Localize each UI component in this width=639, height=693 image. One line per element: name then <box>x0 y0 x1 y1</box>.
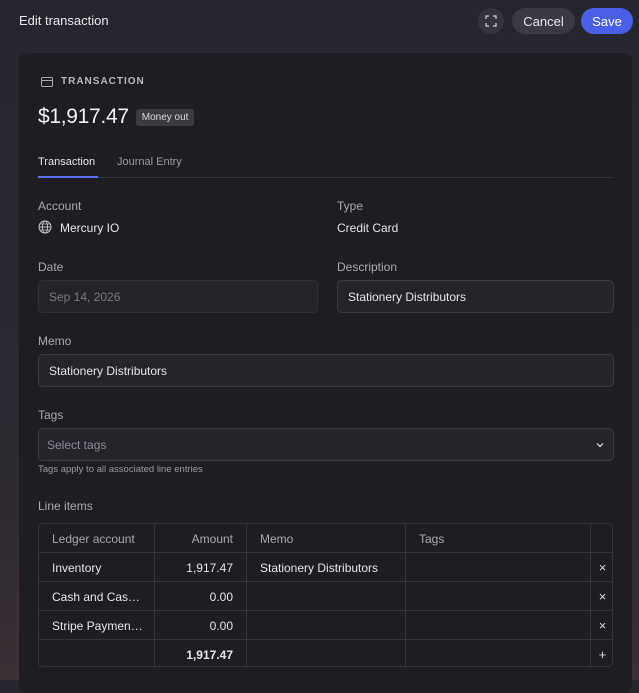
date-value: Sep 14, 2026 <box>49 289 121 304</box>
column-header-amount: Amount <box>191 531 233 546</box>
description-label: Description <box>337 260 398 274</box>
type-value: Credit Card <box>337 221 399 235</box>
line-items-table: Ledger account Amount Memo Tags Inventor… <box>38 523 613 667</box>
dialog-title: Edit transaction <box>19 13 109 28</box>
amount-cell[interactable]: 1,917.47 <box>154 553 233 582</box>
globe-icon <box>38 220 52 234</box>
active-tab-indicator <box>38 176 98 178</box>
expand-icon <box>485 15 497 27</box>
memo-value: Stationery Distributors <box>49 363 168 378</box>
direction-badge: Money out <box>135 108 195 126</box>
column-header-tags: Tags <box>419 531 445 546</box>
ledger-account-cell[interactable]: Inventory <box>52 553 101 582</box>
date-label: Date <box>38 260 64 274</box>
table-row: Cash and Cas… 0.00 × <box>39 582 612 611</box>
amount-cell[interactable]: 0.00 <box>154 582 233 611</box>
transaction-panel: TRANSACTION $1,917.47 Money out Transact… <box>19 53 632 693</box>
memo-cell[interactable]: Stationery Distributors <box>260 553 378 582</box>
section-header: TRANSACTION <box>41 76 145 87</box>
total-amount: 1,917.47 <box>186 647 233 662</box>
amount-row: $1,917.47 Money out <box>38 105 195 129</box>
amount-cell[interactable]: 0.00 <box>154 611 233 640</box>
remove-row-button[interactable]: × <box>591 582 612 611</box>
cancel-button[interactable]: Cancel <box>512 8 575 34</box>
chevron-down-icon <box>596 443 604 448</box>
column-header-ledger-account: Ledger account <box>52 531 135 546</box>
column-header-memo: Memo <box>260 531 294 546</box>
section-label: TRANSACTION <box>61 76 145 87</box>
account-value: Mercury IO <box>60 221 120 235</box>
memo-label: Memo <box>38 334 72 348</box>
tags-placeholder: Select tags <box>47 437 107 452</box>
table-header-row: Ledger account Amount Memo Tags <box>39 524 612 553</box>
tab-journal-entry[interactable]: Journal Entry <box>117 156 182 168</box>
memo-field[interactable]: Stationery Distributors <box>38 354 614 387</box>
table-row: Inventory 1,917.47 Stationery Distributo… <box>39 553 612 582</box>
description-value: Stationery Distributors <box>348 289 467 304</box>
ledger-account-cell[interactable]: Cash and Cas… <box>52 582 140 611</box>
transaction-amount: $1,917.47 <box>38 105 129 128</box>
description-field[interactable]: Stationery Distributors <box>337 280 614 313</box>
card-icon <box>41 76 53 87</box>
tab-transaction[interactable]: Transaction <box>38 156 95 168</box>
remove-row-button[interactable]: × <box>591 611 612 640</box>
expand-button[interactable] <box>478 8 504 34</box>
tags-hint: Tags apply to all associated line entrie… <box>38 464 203 475</box>
table-row: Stripe Paymen… 0.00 × <box>39 611 612 640</box>
account-label: Account <box>38 199 82 213</box>
tab-bar: Transaction Journal Entry <box>38 154 613 178</box>
add-row-button[interactable]: + <box>591 640 612 666</box>
tags-select[interactable]: Select tags <box>38 428 614 461</box>
ledger-account-cell[interactable]: Stripe Paymen… <box>52 611 143 640</box>
table-total-row: 1,917.47 + <box>39 640 612 666</box>
save-button[interactable]: Save <box>581 8 633 34</box>
line-items-title: Line items <box>38 499 93 513</box>
type-label: Type <box>337 199 364 213</box>
top-bar: Edit transaction Cancel Save <box>0 0 639 42</box>
remove-row-button[interactable]: × <box>591 553 612 582</box>
tags-label: Tags <box>38 408 64 422</box>
date-field[interactable]: Sep 14, 2026 <box>38 280 318 313</box>
